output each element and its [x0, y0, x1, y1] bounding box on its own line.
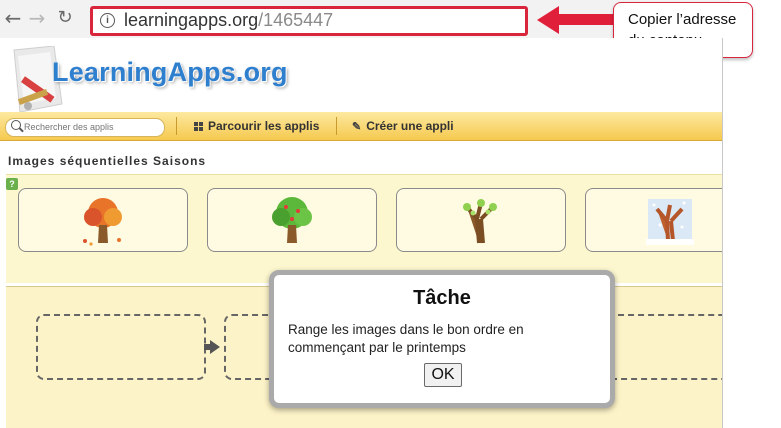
reload-icon[interactable]: ↻ — [54, 7, 76, 29]
image-card-3[interactable] — [396, 188, 566, 252]
image-card-2[interactable] — [207, 188, 377, 252]
help-icon[interactable]: ? — [6, 178, 18, 190]
create-app-label: Créer une appli — [366, 119, 454, 133]
learningapps-page: LearningApps.org Parcourir les applis ✎ C… — [0, 38, 723, 428]
grid-icon — [194, 122, 203, 131]
callout-arrow-head-icon — [537, 6, 559, 34]
search-input[interactable] — [24, 120, 159, 134]
task-dialog: Tâche Range les images dans le bon ordre… — [269, 270, 615, 408]
info-icon[interactable]: i — [100, 13, 115, 28]
dialog-line-2: commençant par le printemps — [288, 340, 466, 355]
site-toolbar: Parcourir les applis ✎ Créer une appli — [0, 112, 722, 141]
dialog-instructions: Range les images dans le bon ordre en co… — [288, 321, 588, 357]
right-arrow-icon — [204, 340, 220, 354]
toolbar-divider — [336, 117, 337, 135]
url-text[interactable]: learningapps.org/1465447 — [124, 10, 333, 31]
browse-apps-link[interactable]: Parcourir les applis — [194, 119, 319, 133]
dialog-title: Tâche — [413, 287, 471, 309]
autumn-tree-icon — [83, 198, 122, 246]
url-host: learningapps.org — [124, 10, 259, 30]
search-icon — [11, 120, 21, 130]
url-path: /1465447 — [258, 10, 334, 30]
back-arrow-icon[interactable]: ← — [2, 7, 24, 29]
winter-tree-icon — [646, 199, 694, 245]
browse-apps-label: Parcourir les applis — [208, 119, 320, 133]
image-card-1[interactable] — [18, 188, 188, 252]
image-card-4[interactable] — [585, 188, 722, 252]
drop-slot-4[interactable] — [600, 314, 722, 380]
site-logo[interactable]: LearningApps.org — [52, 57, 288, 88]
summer-tree-icon — [272, 197, 312, 243]
drop-slot-1[interactable] — [36, 314, 206, 380]
ok-button[interactable]: OK — [424, 363, 462, 387]
dialog-line-1: Range les images dans le bon ordre en — [288, 322, 524, 337]
spring-tree-icon — [463, 199, 497, 244]
toolbar-divider — [176, 117, 177, 135]
search-box[interactable] — [5, 118, 165, 137]
pencil-icon: ✎ — [352, 121, 362, 133]
create-app-link[interactable]: ✎ Créer une appli — [352, 119, 454, 133]
address-bar[interactable]: i learningapps.org/1465447 — [90, 6, 528, 36]
app-title: Images séquentielles Saisons — [8, 154, 207, 168]
forward-arrow-icon[interactable]: → — [26, 7, 48, 29]
callout-arrow-shaft — [556, 14, 614, 25]
callout-line-1: Copier l’adresse — [628, 11, 737, 28]
